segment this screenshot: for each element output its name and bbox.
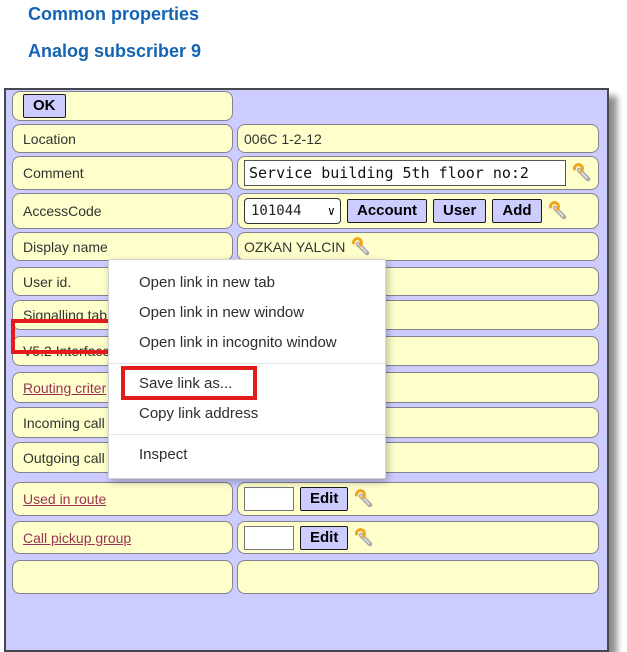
chevron-down-icon: ∨: [328, 206, 335, 216]
field-label-location: Location: [12, 124, 233, 153]
used-in-route-link[interactable]: Used in route: [23, 491, 106, 507]
comment-input[interactable]: [244, 160, 566, 186]
field-label-comment: Comment: [12, 156, 233, 190]
wrench-icon[interactable]: [548, 201, 568, 221]
menu-item-open-link-new-tab[interactable]: Open link in new tab: [109, 268, 385, 298]
wrench-icon[interactable]: [354, 528, 374, 548]
partial-row-right-cell: [237, 560, 599, 594]
highlight-box-save-link-as: [121, 366, 257, 400]
wrench-icon[interactable]: [354, 489, 374, 509]
menu-separator: [109, 434, 385, 435]
add-button[interactable]: Add: [492, 199, 541, 223]
routing-criteria-link[interactable]: Routing criter: [23, 380, 106, 396]
ok-button[interactable]: OK: [23, 94, 66, 118]
context-menu: Open link in new tab Open link in new wi…: [108, 259, 386, 479]
field-label-display-name: Display name: [12, 232, 233, 261]
ok-row-cell: OK: [12, 91, 233, 121]
field-label-call-pickup-group: Call pickup group: [12, 521, 233, 554]
call-pickup-group-value-cell: Edit: [237, 521, 599, 554]
used-in-route-value-cell: Edit: [237, 482, 599, 516]
menu-separator: [109, 363, 385, 364]
edit-button[interactable]: Edit: [300, 526, 348, 550]
comment-value-cell: [237, 156, 599, 190]
field-label-used-in-route: Used in route: [12, 482, 233, 516]
highlight-box-display-name: [11, 319, 123, 354]
location-value-cell: 006C 1-2-12: [237, 124, 599, 153]
menu-item-open-link-incognito[interactable]: Open link in incognito window: [109, 328, 385, 358]
location-value: 006C 1-2-12: [244, 131, 322, 147]
menu-item-open-link-new-window[interactable]: Open link in new window: [109, 298, 385, 328]
subscriber-title: Analog subscriber 9: [28, 41, 201, 62]
wrench-icon[interactable]: [351, 237, 371, 257]
user-button[interactable]: User: [433, 199, 486, 223]
call-pickup-group-link[interactable]: Call pickup group: [23, 530, 131, 546]
display-name-value: OZKAN YALCIN: [244, 239, 345, 255]
account-button[interactable]: Account: [347, 199, 427, 223]
partial-row-left-cell: [12, 560, 233, 594]
edit-button[interactable]: Edit: [300, 487, 348, 511]
field-label-accesscode: AccessCode: [12, 193, 233, 229]
access-code-select[interactable]: 101044 ∨: [244, 198, 341, 224]
wrench-icon[interactable]: [572, 163, 592, 183]
page-title: Common properties: [28, 4, 199, 25]
call-pickup-group-input[interactable]: [244, 526, 294, 550]
menu-item-inspect[interactable]: Inspect: [109, 440, 385, 470]
used-in-route-input[interactable]: [244, 487, 294, 511]
display-name-value-cell: OZKAN YALCIN: [237, 232, 599, 261]
accesscode-value-cell: 101044 ∨ Account User Add: [237, 193, 599, 229]
menu-item-copy-link-address[interactable]: Copy link address: [109, 399, 385, 429]
